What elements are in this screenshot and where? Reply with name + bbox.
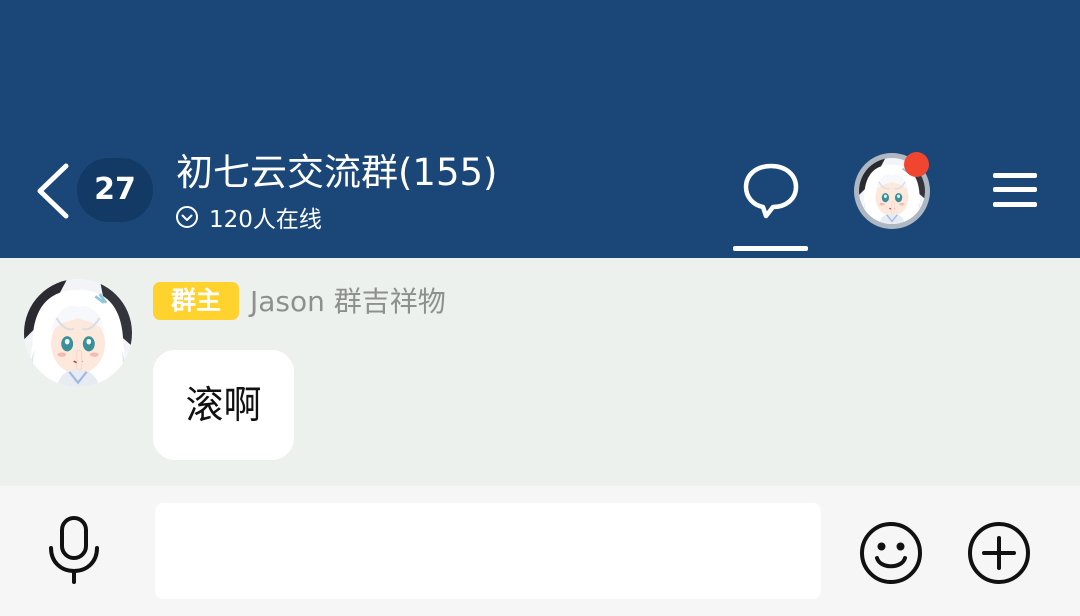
tab-active-indicator: [733, 246, 808, 251]
message-input[interactable]: [155, 503, 821, 599]
sender-avatar[interactable]: [24, 279, 132, 387]
chat-bubble-icon: [743, 163, 799, 219]
menu-line: [993, 173, 1037, 178]
notification-dot: [904, 152, 929, 177]
role-badge: 群主: [153, 282, 239, 320]
chevron-circle-down-icon: [176, 206, 198, 228]
emoji-button[interactable]: [858, 520, 924, 586]
message-list: 群主 Jason 群吉祥物 滚啊: [0, 258, 1080, 486]
menu-line: [993, 202, 1037, 207]
microphone-icon: [49, 516, 99, 584]
menu-line: [993, 187, 1037, 192]
group-title[interactable]: 初七云交流群(155): [176, 146, 498, 200]
tab-chat[interactable]: [733, 160, 808, 254]
back-button[interactable]: [30, 160, 74, 222]
input-bar: [0, 486, 1080, 616]
chat-header: 27 初七云交流群(155) 120人在线: [0, 0, 1080, 258]
plus-circle-icon: [968, 522, 1030, 584]
hamburger-menu-icon[interactable]: [990, 167, 1040, 213]
voice-button[interactable]: [42, 516, 106, 584]
online-status-label: 120人在线: [209, 207, 322, 233]
unread-count-badge[interactable]: 27: [77, 158, 153, 222]
more-button[interactable]: [966, 520, 1032, 586]
online-status[interactable]: 120人在线: [175, 199, 322, 235]
sender-avatar-image: [24, 279, 132, 387]
message-bubble[interactable]: 滚啊: [153, 350, 294, 460]
back-chevron-icon: [37, 163, 69, 219]
sender-name[interactable]: Jason 群吉祥物: [250, 282, 446, 322]
smiley-face-icon: [860, 522, 922, 584]
